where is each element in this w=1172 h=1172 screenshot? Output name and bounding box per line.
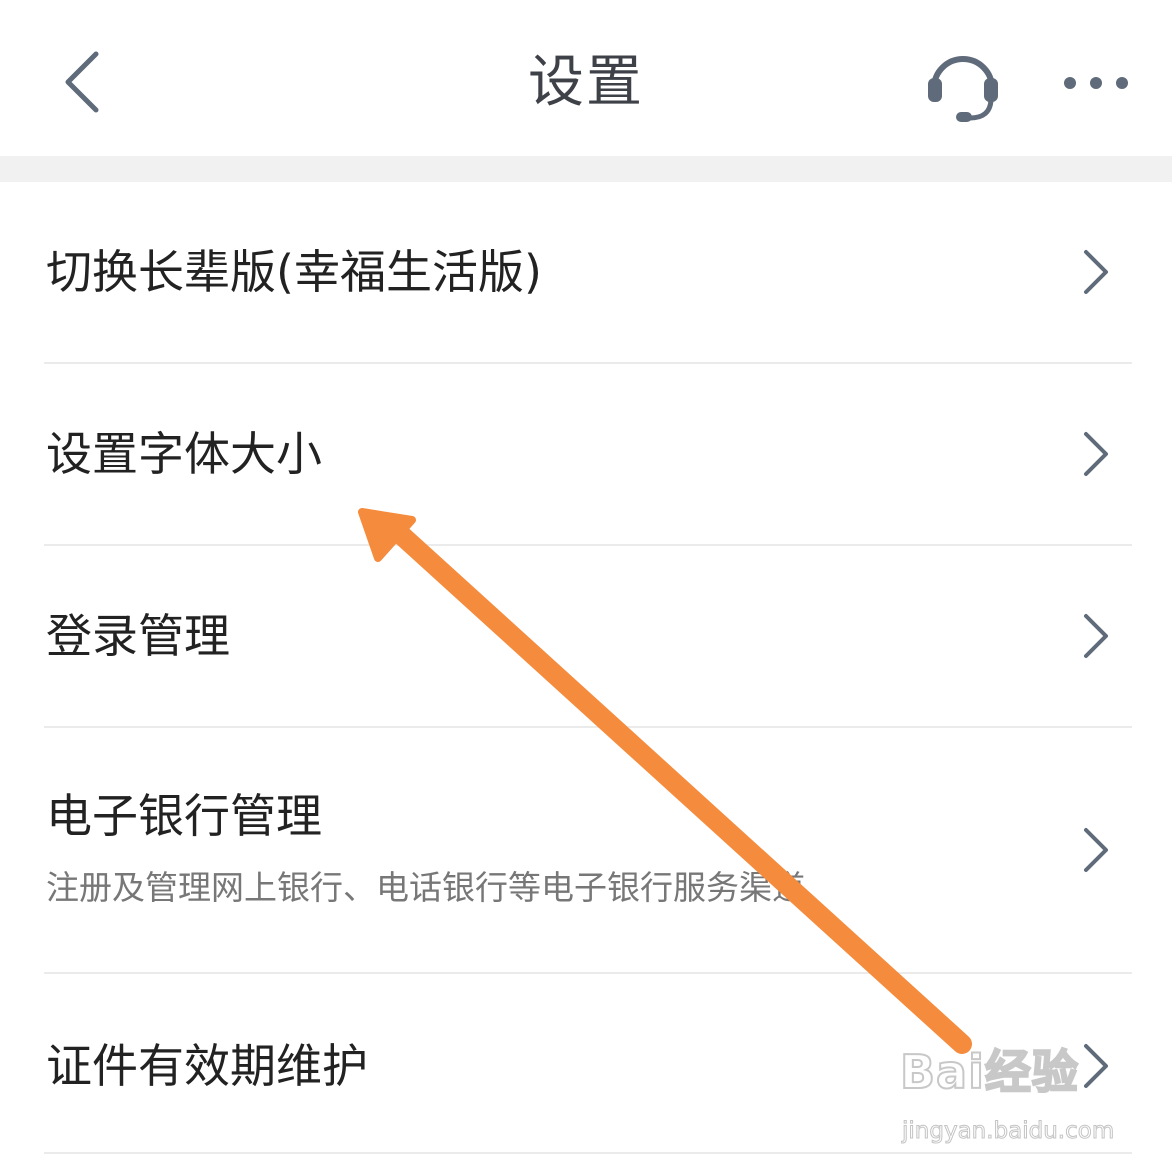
settings-item-ebanking-management[interactable]: 电子银行管理 注册及管理网上银行、电话银行等电子银行服务渠道 [0, 728, 1172, 974]
settings-item-label: 切换长辈版(幸福生活版) [46, 245, 542, 299]
headset-icon [928, 56, 998, 122]
more-dots-icon [1064, 77, 1128, 89]
more-button[interactable] [1058, 60, 1134, 106]
settings-item-label: 电子银行管理 [46, 789, 322, 843]
settings-list: 切换长辈版(幸福生活版) 设置字体大小 登录管理 电子银行管理 注册及管理网上银… [0, 182, 1172, 1156]
settings-item-login-management[interactable]: 登录管理 [0, 546, 1172, 728]
settings-item-label: 证件有效期维护 [46, 1039, 368, 1093]
chevron-right-icon [1084, 614, 1108, 658]
divider [44, 1152, 1132, 1154]
section-gap [0, 156, 1172, 182]
watermark: Bai经验 jingyan.baidu.com [899, 1040, 1140, 1150]
settings-item-elder-mode[interactable]: 切换长辈版(幸福生活版) [0, 182, 1172, 364]
chevron-right-icon [1084, 828, 1108, 872]
watermark-logo: Bai经验 [899, 1044, 1079, 1100]
header-bar: 设置 [0, 0, 1172, 156]
chevron-right-icon [1084, 432, 1108, 476]
settings-item-subtitle: 注册及管理网上银行、电话银行等电子银行服务渠道 [46, 868, 805, 907]
watermark-url: jingyan.baidu.com [901, 1118, 1115, 1145]
settings-item-label: 设置字体大小 [46, 427, 322, 481]
customer-service-button[interactable] [918, 38, 1008, 128]
settings-item-font-size[interactable]: 设置字体大小 [0, 364, 1172, 546]
chevron-right-icon [1084, 250, 1108, 294]
settings-item-label: 登录管理 [46, 609, 230, 663]
